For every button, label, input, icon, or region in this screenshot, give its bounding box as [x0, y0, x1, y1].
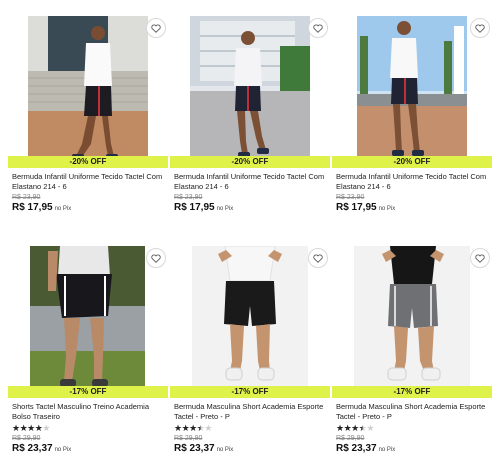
current-price: R$ 23,37 no Pix	[174, 443, 328, 456]
product-title[interactable]: Shorts Tactel Masculino Treino Academia …	[12, 402, 166, 422]
pix-label: no Pix	[378, 206, 396, 212]
favorite-heart-icon[interactable]	[146, 18, 166, 38]
product-info: Bermuda Infantil Uniforme Tecido Tactel …	[174, 172, 328, 215]
product-info: Bermuda Infantil Uniforme Tecido Tactel …	[336, 172, 490, 215]
pix-label: no Pix	[378, 447, 396, 453]
current-price: R$ 23,37 no Pix	[12, 443, 166, 456]
product-image[interactable]	[332, 16, 492, 166]
price-value: R$ 17,95	[12, 202, 53, 213]
product-image[interactable]	[8, 246, 168, 396]
product-title[interactable]: Bermuda Masculina Short Academia Esporte…	[336, 402, 490, 422]
star-icon: ★	[366, 423, 374, 433]
discount-badge: -20% OFF	[332, 156, 492, 168]
product-image[interactable]	[170, 246, 330, 396]
old-price: R$ 23,90	[336, 194, 365, 201]
discount-badge: -17% OFF	[170, 386, 330, 398]
favorite-heart-icon[interactable]	[308, 248, 328, 268]
star-icon: ★	[42, 423, 50, 433]
old-price: R$ 29,90	[12, 435, 41, 442]
current-price: R$ 17,95 no Pix	[336, 202, 490, 215]
old-price: R$ 29,90	[336, 435, 365, 442]
product-info: Bermuda Masculina Short Academia Esporte…	[174, 402, 328, 456]
product-image[interactable]	[170, 16, 330, 166]
current-price: R$ 17,95 no Pix	[12, 202, 166, 215]
old-price: R$ 23,90	[174, 194, 203, 201]
pix-label: no Pix	[216, 447, 234, 453]
price-value: R$ 17,95	[336, 202, 377, 213]
product-image[interactable]	[8, 16, 168, 166]
current-price: R$ 17,95 no Pix	[174, 202, 328, 215]
star-icon: ★	[174, 423, 182, 433]
product-title[interactable]: Bermuda Infantil Uniforme Tecido Tactel …	[12, 172, 166, 192]
rating-stars: ★★★★★	[174, 423, 328, 433]
discount-badge: -17% OFF	[8, 386, 168, 398]
old-price: R$ 29,90	[174, 435, 203, 442]
pix-label: no Pix	[54, 206, 72, 212]
favorite-heart-icon[interactable]	[470, 248, 490, 268]
discount-badge: -20% OFF	[8, 156, 168, 168]
price-value: R$ 23,37	[174, 443, 215, 454]
old-price: R$ 23,90	[12, 194, 41, 201]
star-icon: ★	[351, 423, 359, 433]
star-icon: ★	[12, 423, 20, 433]
discount-badge: -20% OFF	[170, 156, 330, 168]
product-info: Shorts Tactel Masculino Treino Academia …	[12, 402, 166, 456]
price-value: R$ 17,95	[174, 202, 215, 213]
pix-label: no Pix	[216, 206, 234, 212]
product-title[interactable]: Bermuda Infantil Uniforme Tecido Tactel …	[174, 172, 328, 192]
product-grid: -20% OFF Bermuda Infantil Uniforme Tecid…	[0, 0, 500, 467]
star-icon: ★	[204, 423, 212, 433]
product-image[interactable]	[332, 246, 492, 396]
current-price: R$ 23,37 no Pix	[336, 443, 490, 456]
pix-label: no Pix	[54, 447, 72, 453]
favorite-heart-icon[interactable]	[470, 18, 490, 38]
product-title[interactable]: Bermuda Infantil Uniforme Tecido Tactel …	[336, 172, 490, 192]
rating-stars: ★★★★★	[12, 423, 166, 433]
rating-stars: ★★★★★	[336, 423, 490, 433]
favorite-heart-icon[interactable]	[308, 18, 328, 38]
favorite-heart-icon[interactable]	[146, 248, 166, 268]
discount-badge: -17% OFF	[332, 386, 492, 398]
star-icon: ★	[189, 423, 197, 433]
price-value: R$ 23,37	[336, 443, 377, 454]
price-value: R$ 23,37	[12, 443, 53, 454]
product-title[interactable]: Bermuda Masculina Short Academia Esporte…	[174, 402, 328, 422]
product-info: Bermuda Masculina Short Academia Esporte…	[336, 402, 490, 456]
star-icon: ★	[27, 423, 35, 433]
product-info: Bermuda Infantil Uniforme Tecido Tactel …	[12, 172, 166, 215]
star-icon: ★	[336, 423, 344, 433]
